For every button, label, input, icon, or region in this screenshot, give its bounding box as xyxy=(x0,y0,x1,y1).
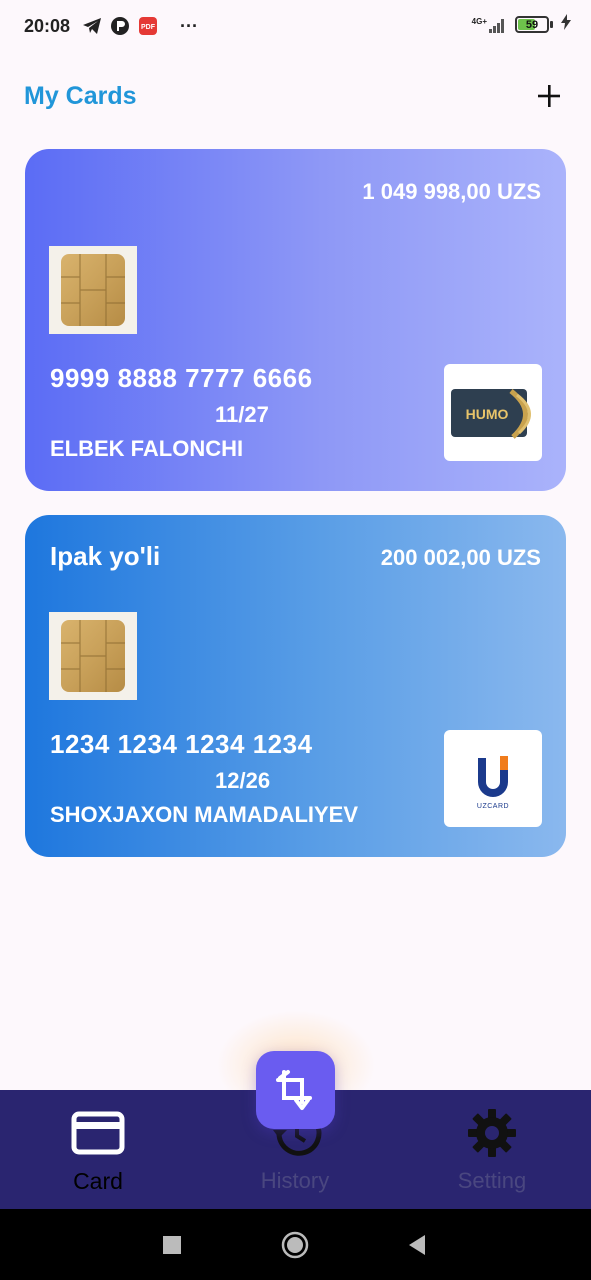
card-holder: ELBEK FALONCHI xyxy=(50,436,244,461)
svg-text:PDF: PDF xyxy=(141,24,156,31)
add-card-button[interactable] xyxy=(529,76,569,116)
status-time: 20:08 xyxy=(24,15,71,36)
home-button[interactable] xyxy=(260,1209,330,1280)
back-button[interactable] xyxy=(382,1209,452,1280)
uzcard-logo-text: UZCARD xyxy=(477,803,509,810)
humo-logo: HUMO xyxy=(444,364,542,461)
charging-icon xyxy=(561,14,571,35)
card-bank-name: Ipak yo'li xyxy=(50,541,161,571)
system-nav-bar xyxy=(0,1209,591,1280)
plus-icon xyxy=(538,85,560,107)
status-bar: 20:08 PDF ··· 4G+ 59 xyxy=(0,0,591,52)
chip-icon xyxy=(49,612,137,700)
battery-icon: 59 xyxy=(515,16,553,33)
battery-level: 59 xyxy=(525,18,539,31)
crop-transfer-icon xyxy=(275,1070,312,1110)
humo-logo-text: HUMO xyxy=(466,406,509,422)
card-expiry: 12/26 xyxy=(215,768,271,793)
card-number: 1234 1234 1234 1234 xyxy=(50,729,313,759)
card-balance: 200 002,00 UZS xyxy=(380,545,541,570)
page-title: My Cards xyxy=(24,81,137,110)
credit-card-icon xyxy=(71,1108,125,1158)
status-right: 4G+ 59 xyxy=(472,14,571,35)
back-triangle-icon xyxy=(409,1234,425,1255)
card-expiry: 11/27 xyxy=(215,402,269,427)
signal-icon: 4G+ xyxy=(472,17,507,33)
pdf-icon: PDF xyxy=(138,16,158,36)
nav-label-setting: Setting xyxy=(457,1168,527,1193)
more-dots-icon: ··· xyxy=(180,15,199,36)
card-uzcard[interactable]: Ipak yo'li 200 002,00 UZS 1234 1234 1234… xyxy=(25,515,566,857)
card-holder: SHOXJAXON MAMADALIYEV xyxy=(50,802,359,827)
chip-icon xyxy=(49,246,137,334)
uzcard-logo: UZCARD xyxy=(444,730,542,827)
card-number: 9999 8888 7777 6666 xyxy=(50,363,313,393)
nav-label-history: History xyxy=(260,1168,330,1193)
nav-item-card[interactable]: Card xyxy=(18,1090,178,1209)
telegram-icon xyxy=(82,17,102,35)
nav-item-setting[interactable]: Setting xyxy=(412,1090,572,1209)
transfer-fab-button[interactable] xyxy=(256,1051,335,1129)
card-balance: 1 049 998,00 UZS xyxy=(362,179,541,204)
square-icon xyxy=(163,1235,181,1254)
network-type: 4G+ xyxy=(471,16,487,26)
recents-button[interactable] xyxy=(137,1209,207,1280)
card-humo[interactable]: 1 049 998,00 UZS 9999 8888 7777 6666 11/… xyxy=(25,149,566,491)
circle-home-icon xyxy=(281,1231,309,1258)
app-notification-icon xyxy=(110,16,130,36)
nav-label-card: Card xyxy=(73,1168,123,1194)
header: My Cards xyxy=(24,70,569,122)
gear-icon xyxy=(467,1108,517,1158)
